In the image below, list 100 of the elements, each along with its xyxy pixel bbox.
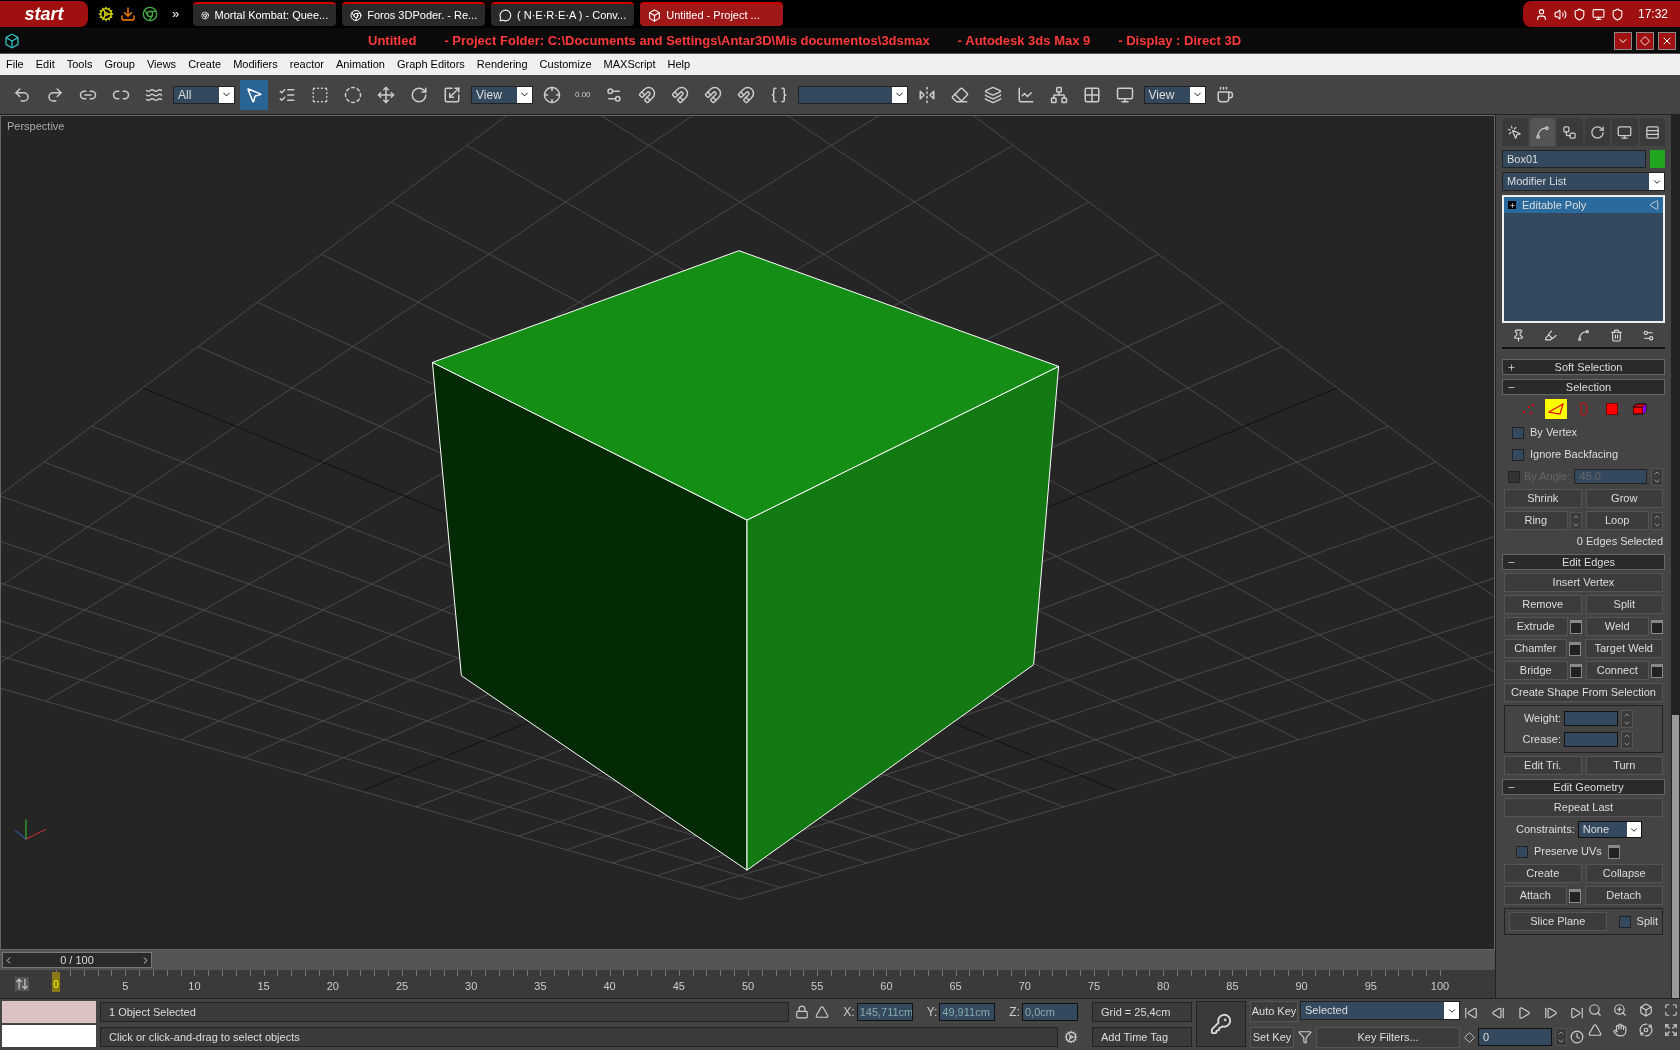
dropdown[interactable]: View [471, 85, 533, 104]
menu-item[interactable]: Edit [35, 56, 55, 73]
panel-button[interactable]: Shrink [1504, 489, 1582, 508]
panel-button[interactable]: Ring [1504, 511, 1568, 530]
time-config-icon[interactable] [1570, 1030, 1584, 1045]
settings-icon[interactable] [1642, 328, 1656, 342]
taskbar-button[interactable]: Untitled - Project ... [640, 2, 784, 26]
coordinate-field[interactable]: 0,0cm [1022, 1002, 1078, 1021]
menu-item[interactable]: Animation [336, 56, 385, 73]
stack-item[interactable]: Editable Poly [1504, 197, 1663, 213]
rollout-header[interactable]: Edit Edges [1502, 554, 1665, 570]
go-to-start-icon[interactable] [1464, 1005, 1478, 1020]
constraints-dropdown[interactable]: None [1577, 821, 1642, 838]
trash-icon[interactable] [1609, 328, 1623, 342]
panel-button[interactable]: Target Weld [1584, 639, 1663, 658]
previous-frame-icon[interactable] [1490, 1005, 1505, 1020]
taskbar-button[interactable]: Foros 3DPoder. - Re... [342, 2, 486, 26]
play-icon[interactable] [1517, 1005, 1531, 1020]
menu-item[interactable]: Views [146, 56, 177, 73]
menu-item[interactable]: MAXScript [603, 56, 656, 73]
set-key-button[interactable]: Set Key [1250, 1026, 1294, 1048]
menu-item[interactable]: reactor [289, 56, 325, 73]
shield-icon[interactable] [1572, 7, 1586, 21]
checkbox[interactable] [1512, 448, 1524, 461]
panel-button[interactable]: Remove [1504, 595, 1582, 614]
settings-icon[interactable] [1569, 663, 1582, 678]
spinner-arrows-icon[interactable] [1621, 730, 1633, 749]
hierarchy-tab[interactable] [1557, 118, 1583, 146]
auto-key-button[interactable]: Auto Key [1250, 1001, 1298, 1022]
taskbar-button[interactable]: ( N·E·R·E·A ) - Conv... [491, 2, 635, 26]
panel-button[interactable]: Chamfer [1504, 639, 1567, 658]
maximize-viewport-icon[interactable] [1664, 1023, 1678, 1037]
spinner-arrows-icon[interactable] [1651, 511, 1663, 530]
restore-icon[interactable] [1636, 31, 1654, 50]
zoom-all-icon[interactable] [1613, 1003, 1628, 1017]
key-curve-icon[interactable] [1298, 1030, 1312, 1045]
utilities-tab[interactable] [1639, 118, 1665, 146]
panel-button[interactable]: Collapse [1585, 864, 1663, 883]
user-icon[interactable] [1534, 7, 1548, 21]
panel-button[interactable]: Grow [1585, 489, 1663, 508]
bent-pipe-tab[interactable] [1529, 118, 1555, 146]
close-icon[interactable] [1658, 31, 1676, 50]
panel-button[interactable]: Split [1585, 595, 1663, 614]
menu-item[interactable]: Graph Editors [396, 56, 465, 73]
gear-icon[interactable] [98, 6, 114, 22]
next-frame-icon[interactable] [1543, 1005, 1558, 1020]
panel-button[interactable]: Edit Tri. [1504, 756, 1582, 775]
monitor-icon[interactable] [1591, 7, 1605, 21]
menu-item[interactable]: Rendering [476, 56, 528, 73]
field-of-view-icon[interactable] [1588, 1023, 1602, 1037]
selection-mode-icon[interactable] [815, 1004, 830, 1019]
named-selection-field[interactable] [797, 85, 908, 104]
panel-button[interactable]: Loop [1585, 511, 1649, 530]
menu-item[interactable]: Tools [66, 56, 93, 73]
download-icon[interactable] [120, 6, 136, 22]
taskbar-button[interactable]: Mortal Kombat: Quee... [193, 2, 337, 26]
spinner-arrows-icon[interactable] [1555, 1028, 1567, 1047]
speaker-icon[interactable] [1553, 7, 1567, 21]
key-icon[interactable] [1196, 1001, 1246, 1047]
settings-icon[interactable] [1651, 619, 1663, 634]
rollout-header[interactable]: Soft Selection [1502, 359, 1665, 375]
viewport[interactable]: Perspective [0, 115, 1495, 950]
viewport-label[interactable]: Perspective [7, 118, 65, 135]
panel-button[interactable]: Insert Vertex [1504, 573, 1663, 592]
panel-button[interactable]: Weld [1585, 617, 1649, 636]
orbit-icon[interactable] [1638, 1023, 1653, 1037]
highlighter-icon[interactable] [1544, 328, 1558, 342]
menu-item[interactable]: Create [188, 56, 222, 73]
plus-icon[interactable] [1508, 201, 1516, 209]
modifier-list-dropdown[interactable]: Modifier List [1502, 172, 1665, 191]
settings-icon[interactable] [1568, 641, 1581, 656]
menu-item[interactable]: Customize [539, 56, 592, 73]
settings-icon[interactable] [1651, 663, 1663, 678]
panel-button[interactable]: Slice Plane [1509, 912, 1607, 931]
panel-button[interactable]: Create Shape From Selection [1504, 683, 1663, 702]
key-mode-icon[interactable] [1464, 1031, 1475, 1043]
dropdown[interactable]: View [1143, 85, 1206, 104]
key-mode-dropdown[interactable]: Selected [1300, 1001, 1460, 1020]
menu-item[interactable]: Help [667, 56, 691, 73]
lock-icon[interactable] [795, 1004, 810, 1019]
time-marker[interactable]: 0 [52, 972, 60, 992]
pan-icon[interactable] [1613, 1023, 1628, 1037]
frame-field[interactable]: 0 [1478, 1028, 1552, 1047]
panel-button[interactable]: Extrude [1504, 617, 1568, 636]
create-tab[interactable] [1502, 118, 1528, 146]
key-filters-button[interactable]: Key Filters... [1316, 1026, 1460, 1048]
coordinate-field[interactable]: 145,711cm [856, 1002, 913, 1021]
scrollbar[interactable] [1671, 115, 1680, 998]
settings-icon[interactable] [1607, 844, 1620, 859]
panel-button[interactable]: Create [1504, 864, 1582, 883]
spinner-arrows-icon[interactable] [1621, 709, 1633, 728]
start-button[interactable]: start [0, 1, 88, 27]
rollout-header[interactable]: Edit Geometry [1502, 779, 1665, 795]
dropdown[interactable]: All [173, 85, 235, 104]
snap-spinner-button[interactable]: 0.00 [571, 79, 595, 110]
input-field[interactable] [1564, 732, 1618, 747]
script-icon[interactable] [1064, 1030, 1078, 1045]
pin-icon[interactable] [1511, 328, 1525, 342]
checkbox[interactable] [1512, 426, 1524, 439]
checkbox[interactable] [1618, 915, 1631, 928]
